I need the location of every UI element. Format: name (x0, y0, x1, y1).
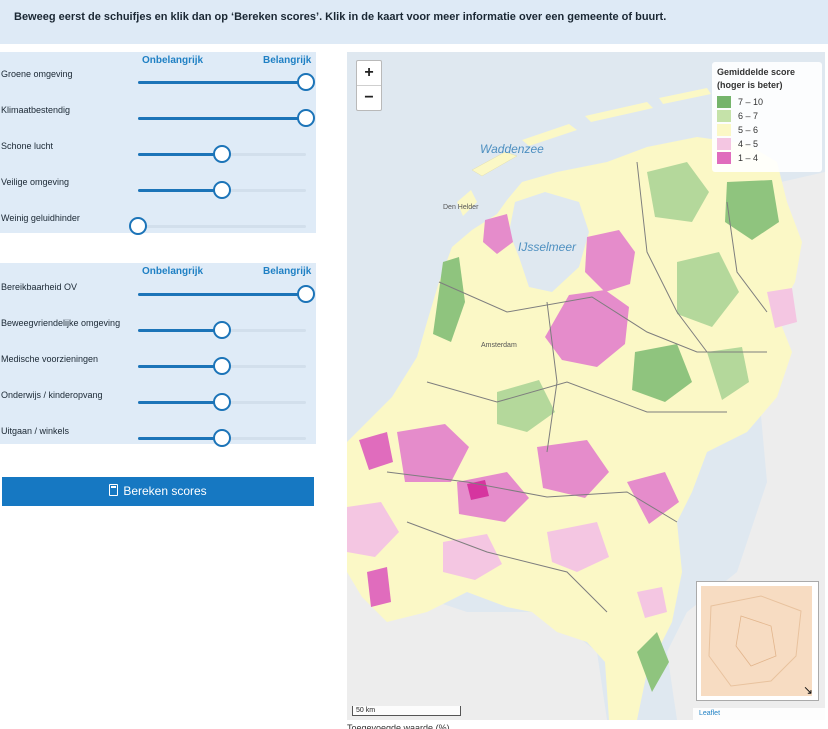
slider-handle[interactable] (297, 109, 315, 127)
slider-fill (138, 153, 222, 156)
below-map-caption: Toegevoegde waarde (%) (347, 723, 450, 729)
legend-label: 6 – 7 (738, 111, 759, 121)
map-label-den-helder: Den Helder (443, 204, 479, 211)
instruction-banner: Beweeg eerst de schuifjes en klik dan op… (0, 0, 828, 44)
slider-label-climate: Klimaatbestendig (1, 105, 71, 115)
slider-label-green: Groene omgeving (1, 69, 73, 79)
slider-fill (138, 293, 306, 296)
slider-handle[interactable] (129, 217, 147, 235)
legend-title-block: Gemiddelde score (hoger is beter) (717, 66, 795, 92)
map-label-amsterdam: Amsterdam (481, 342, 517, 349)
instruction-text: Beweeg eerst de schuifjes en klik dan op… (14, 11, 667, 23)
slider-climate[interactable] (138, 109, 315, 127)
slider-fill (138, 117, 306, 120)
slider-fill (138, 437, 222, 440)
legend-subtitle: (hoger is beter) (717, 80, 783, 90)
header-important: Belangrijk (263, 55, 312, 66)
slider-fill (138, 365, 222, 368)
slider-handle[interactable] (297, 285, 315, 303)
map-label-waddenzee: Waddenzee (480, 142, 544, 156)
slider-shops[interactable] (138, 429, 306, 447)
zoom-control: + − (356, 60, 382, 111)
slider-safety[interactable] (138, 181, 306, 199)
map-view[interactable]: Waddenzee IJsselmeer Den Helder Amsterda… (347, 52, 825, 720)
header-unimportant: Onbelangrijk (142, 266, 204, 277)
header-important: Belangrijk (263, 266, 312, 277)
slider-label-safety: Veilige omgeving (1, 177, 70, 187)
slider-handle[interactable] (213, 145, 231, 163)
minimap[interactable]: ↘ (696, 581, 819, 701)
slider-handle[interactable] (213, 321, 231, 339)
minimap-view (701, 586, 812, 696)
slider-green[interactable] (138, 73, 315, 91)
slider-label-air: Schone lucht (1, 141, 54, 151)
slider-label-transit: Bereikbaarheid OV (1, 282, 78, 292)
legend-swatch (717, 138, 731, 150)
legend-swatch (717, 96, 731, 108)
slider-transit[interactable] (138, 285, 315, 303)
slider-handle[interactable] (213, 429, 231, 447)
legend-label: 5 – 6 (738, 125, 759, 135)
slider-air[interactable] (138, 145, 306, 163)
slider-label-education: Onderwijs / kinderopvang (1, 390, 103, 400)
slider-handle[interactable] (213, 181, 231, 199)
slider-label-medical: Medische voorzieningen (1, 354, 99, 364)
legend-swatch (717, 124, 731, 136)
calculate-scores-label: Bereken scores (123, 484, 207, 498)
slider-medical[interactable] (138, 357, 306, 375)
legend-swatch (717, 152, 731, 164)
attribution-link[interactable]: Leaflet (693, 708, 825, 720)
legend-label: 1 – 4 (738, 153, 759, 163)
legend-swatch (717, 110, 731, 122)
slider-label-shops: Uitgaan / winkels (1, 426, 70, 436)
slider-fill (138, 329, 222, 332)
calculator-icon (109, 484, 119, 496)
slider-panel-facilities: Onbelangrijk Belangrijk Bereikbaarheid O… (0, 263, 316, 447)
scale-bar: 50 km (352, 706, 461, 716)
slider-handle[interactable] (213, 357, 231, 375)
slider-panel-environment: Onbelangrijk Belangrijk Groene omgeving … (0, 52, 316, 235)
header-unimportant: Onbelangrijk (142, 55, 204, 66)
slider-noise[interactable] (129, 217, 306, 235)
slider-handle[interactable] (213, 393, 231, 411)
slider-education[interactable] (138, 393, 306, 411)
legend-label: 7 – 10 (738, 97, 764, 107)
minimap-toggle-icon[interactable]: ↘ (803, 683, 813, 697)
calculate-scores-button[interactable]: Bereken scores (2, 477, 314, 506)
legend-label: 4 – 5 (738, 139, 759, 149)
slider-fill (138, 189, 222, 192)
map-legend: Gemiddelde score (hoger is beter) 7 – 10… (712, 62, 822, 172)
slider-label-noise: Weinig geluidhinder (1, 213, 80, 223)
slider-active[interactable] (138, 321, 306, 339)
slider-handle[interactable] (297, 73, 315, 91)
zoom-out-button[interactable]: − (357, 85, 381, 110)
slider-fill (138, 81, 306, 84)
zoom-in-button[interactable]: + (357, 61, 381, 85)
slider-label-active: Beweegvriendelijke omgeving (1, 318, 121, 328)
legend-title: Gemiddelde score (717, 67, 796, 77)
slider-fill (138, 401, 222, 404)
map-label-ijsselmeer: IJsselmeer (518, 240, 577, 254)
